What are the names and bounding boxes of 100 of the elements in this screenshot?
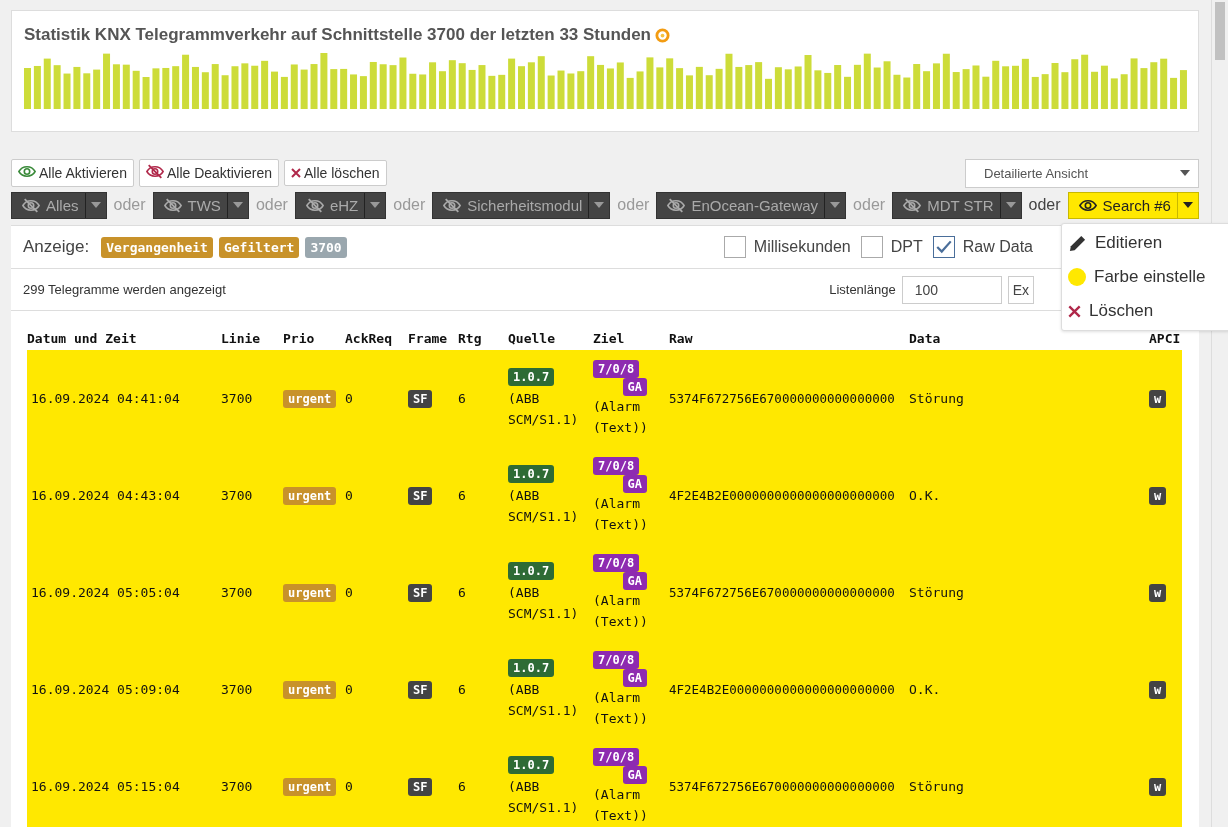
table-cell-text: (ABB SCM/S1.1) xyxy=(508,777,580,817)
table-cell-text: (Alarm (Text)) xyxy=(593,688,649,728)
type-tag: GA xyxy=(622,668,647,687)
column-header[interactable]: Frame xyxy=(408,328,458,350)
address-tag: 7/0/8 xyxy=(593,650,640,669)
table-cell: 3700 xyxy=(221,488,253,503)
type-tag: GA xyxy=(622,765,647,784)
column-header[interactable]: Data xyxy=(909,328,1149,350)
filter-button[interactable]: Search #6 xyxy=(1067,191,1199,219)
table-cell: Störung xyxy=(909,391,964,406)
table-cell: 0 xyxy=(345,391,353,406)
close-icon xyxy=(1068,304,1081,318)
menu-item[interactable]: Editieren xyxy=(1062,226,1228,260)
eye-slash-icon xyxy=(903,197,922,213)
table-cell-text: (Alarm (Text)) xyxy=(593,494,649,534)
type-tag: GA xyxy=(622,377,647,396)
export-button[interactable]: Ex xyxy=(1007,275,1034,304)
close-icon xyxy=(291,168,301,178)
caret-icon xyxy=(90,202,101,208)
telegram-row[interactable]: 16.09.2024 04:41:04 3700 urgent 0 SF 6 1.0.7 (ABB SCM/S1.1) 7/0/8 GA (Alarm (Text)) 5374F672756E670000000000000000 Störung w xyxy=(27,350,1182,447)
telegram-row[interactable]: 16.09.2024 04:43:04 3700 urgent 0 SF 6 1.0.7 (ABB SCM/S1.1) 7/0/8 GA (Alarm (Text)) 4F2E4B2E0000000000000000000000 O.K. w xyxy=(27,447,1182,544)
apci-tag: w xyxy=(1149,583,1167,602)
menu-item[interactable]: Farbe einstelle xyxy=(1062,260,1228,294)
column-header[interactable]: Rtg xyxy=(458,328,508,350)
checkbox[interactable] xyxy=(860,236,883,258)
table-cell: 6 xyxy=(458,585,466,600)
frame-tag: SF xyxy=(408,389,433,408)
column-header[interactable]: Prio xyxy=(283,328,345,350)
count-text: 299 Telegramme werden angezeigt xyxy=(23,282,226,297)
checkbox[interactable] xyxy=(723,236,746,258)
priority-tag: urgent xyxy=(283,583,337,602)
connector-text: oder xyxy=(853,196,886,214)
list-length-field[interactable]: 100 xyxy=(901,275,1002,304)
filter-button[interactable]: TWS xyxy=(152,191,249,219)
column-header[interactable]: AckReq xyxy=(345,328,408,350)
table-cell: 0 xyxy=(345,779,353,794)
caret-icon xyxy=(370,202,381,208)
frame-tag: SF xyxy=(408,777,433,796)
action-button[interactable]: Alle Deaktivieren xyxy=(138,159,279,187)
telegram-row[interactable]: 16.09.2024 05:05:04 3700 urgent 0 SF 6 1.0.7 (ABB SCM/S1.1) 7/0/8 GA (Alarm (Text)) 5374F672756E670000000000000000 Störung w xyxy=(27,544,1182,641)
filter-button[interactable]: Sicherheitsmodul xyxy=(432,191,611,219)
table-cell: 0 xyxy=(345,585,353,600)
table-cell-text: (ABB SCM/S1.1) xyxy=(508,583,580,623)
apci-tag: w xyxy=(1149,486,1167,505)
view-select[interactable]: Detailierte Ansicht xyxy=(965,158,1199,188)
table-cell: 16.09.2024 05:09:04 xyxy=(31,682,180,697)
telegram-row[interactable]: 16.09.2024 05:09:04 3700 urgent 0 SF 6 1.0.7 (ABB SCM/S1.1) 7/0/8 GA (Alarm (Text)) 4F2E4B2E0000000000000000000000 O.K. w xyxy=(27,641,1182,738)
action-button[interactable]: Alle Aktivieren xyxy=(11,159,134,187)
filter-button[interactable]: EnOcean-Gateway xyxy=(656,191,847,219)
table-cell-text: (Alarm (Text)) xyxy=(593,785,649,825)
connector-text: oder xyxy=(113,196,146,214)
table-cell-text: (ABB SCM/S1.1) xyxy=(508,680,580,720)
column-header[interactable]: Ziel xyxy=(593,328,669,350)
apci-tag: w xyxy=(1149,777,1167,796)
column-header[interactable]: APCI xyxy=(1149,328,1182,350)
pencil-icon xyxy=(1068,233,1087,253)
caret-icon xyxy=(594,202,605,208)
eye-slash-icon xyxy=(22,197,40,213)
action-button[interactable]: Alle löschen xyxy=(284,160,387,186)
status-tag: 3700 xyxy=(305,236,347,258)
filter-button[interactable]: MDT STR xyxy=(892,191,1022,219)
caret-icon xyxy=(1182,202,1193,208)
menu-item[interactable]: Löschen xyxy=(1062,294,1228,328)
column-header[interactable]: Quelle xyxy=(508,328,593,350)
eye-icon xyxy=(1078,197,1097,213)
eye-slash-icon xyxy=(305,197,324,213)
table-cell: 6 xyxy=(458,682,466,697)
display-label: Anzeige: xyxy=(23,237,90,257)
priority-tag: urgent xyxy=(283,389,337,408)
connector-text: oder xyxy=(617,196,650,214)
option-label: Millisekunden xyxy=(753,238,851,256)
caret-icon xyxy=(232,202,243,208)
column-header[interactable]: Datum und Zeit xyxy=(27,328,221,350)
chart-title: Statistik KNX Telegrammverkehr auf Schnittstelle 3700 der letzten 33 Stunden xyxy=(24,25,651,45)
scrollbar-thumb[interactable] xyxy=(1215,2,1225,60)
frame-tag: SF xyxy=(408,486,433,505)
address-tag: 1.0.7 xyxy=(508,561,555,580)
priority-tag: urgent xyxy=(283,777,337,796)
frame-tag: SF xyxy=(408,583,433,602)
table-cell: 6 xyxy=(458,779,466,794)
column-header[interactable]: Linie xyxy=(221,328,283,350)
connector-text: oder xyxy=(255,196,288,214)
table-cell: 5374F672756E670000000000000000 xyxy=(669,779,895,794)
address-tag: 1.0.7 xyxy=(508,755,555,774)
table-cell: 6 xyxy=(458,488,466,503)
checkbox[interactable] xyxy=(932,236,955,258)
filter-button[interactable]: eHZ xyxy=(294,191,387,219)
column-header[interactable]: Raw xyxy=(669,328,909,350)
connector-text: oder xyxy=(393,196,426,214)
table-cell: 0 xyxy=(345,488,353,503)
priority-tag: urgent xyxy=(283,680,337,699)
table-cell-text: (ABB SCM/S1.1) xyxy=(508,389,580,429)
address-tag: 1.0.7 xyxy=(508,658,555,677)
table-cell: 4F2E4B2E0000000000000000000000 xyxy=(669,682,895,697)
caret-icon xyxy=(1005,202,1016,208)
address-tag: 7/0/8 xyxy=(593,747,640,766)
filter-button[interactable]: Alles xyxy=(11,191,107,219)
apci-tag: w xyxy=(1149,680,1167,699)
telegram-row[interactable]: 16.09.2024 05:15:04 3700 urgent 0 SF 6 1.0.7 (ABB SCM/S1.1) 7/0/8 GA (Alarm (Text)) 5374F672756E670000000000000000 Störung w xyxy=(27,738,1182,827)
address-tag: 1.0.7 xyxy=(508,367,555,386)
